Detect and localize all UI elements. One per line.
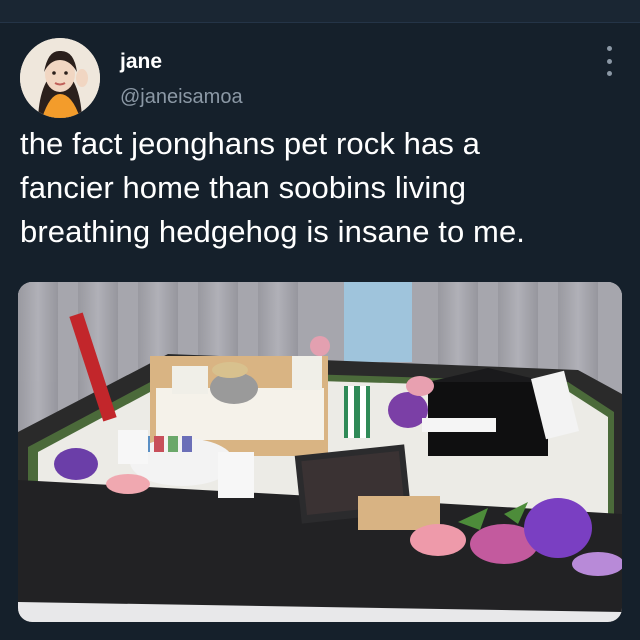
- tweet-text-line: fancier home than soobins living: [20, 170, 467, 205]
- photo-miniature-room: [18, 282, 622, 622]
- tweet-text: the fact jeonghans pet rock has a fancie…: [20, 122, 620, 254]
- dot: [606, 46, 612, 51]
- dot: [606, 71, 612, 76]
- avatar-image: [20, 38, 100, 118]
- user-handle[interactable]: @janeisamoa: [120, 86, 243, 109]
- more-vertical-icon[interactable]: [602, 46, 616, 76]
- avatar[interactable]: [20, 38, 100, 118]
- dot: [606, 58, 612, 64]
- display-name[interactable]: jane: [120, 50, 162, 74]
- tweet-photo[interactable]: [18, 282, 622, 622]
- tweet-text-line: breathing hedgehog is insane to me.: [20, 214, 526, 249]
- top-divider: [0, 0, 640, 23]
- tweet-text-line: the fact jeonghans pet rock has a: [20, 126, 480, 161]
